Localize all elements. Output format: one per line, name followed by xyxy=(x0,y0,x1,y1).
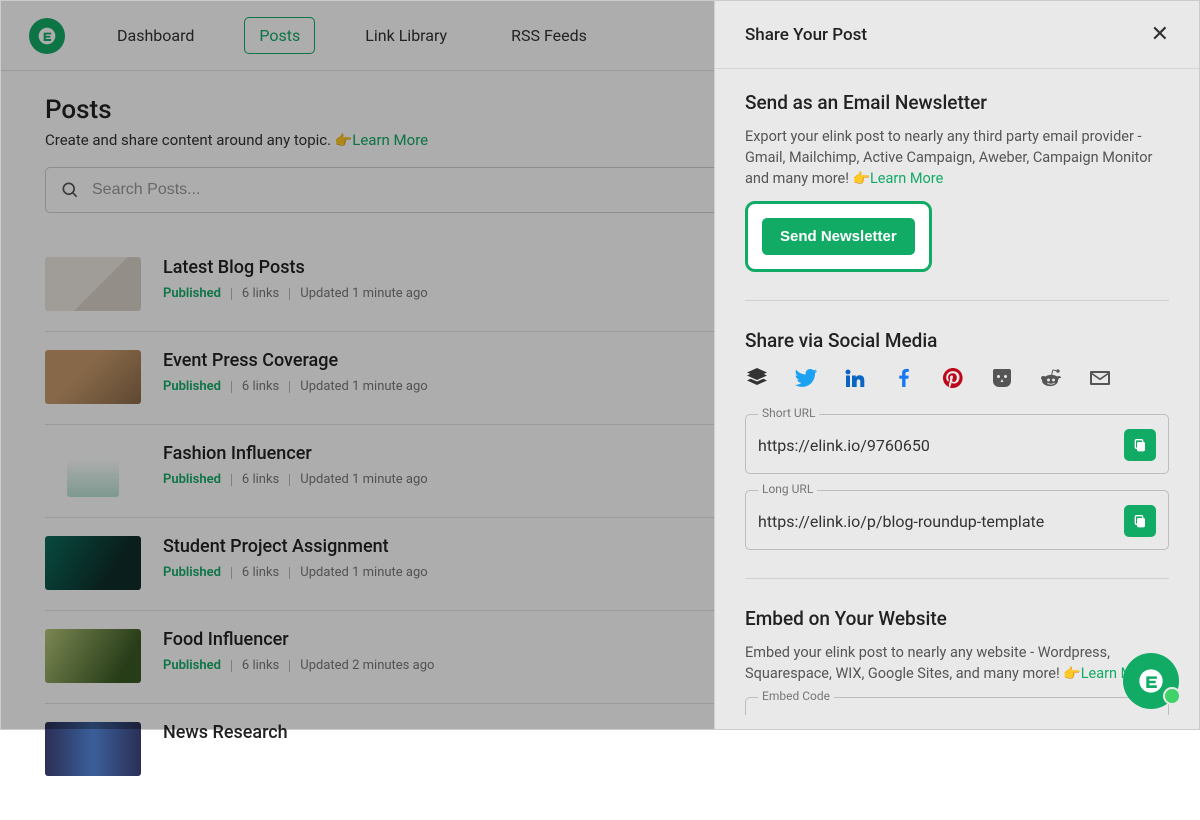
send-newsletter-highlight: Send Newsletter xyxy=(745,201,932,272)
status-badge: Published xyxy=(163,658,221,673)
learn-more-link[interactable]: Learn More xyxy=(352,131,428,149)
facebook-icon[interactable] xyxy=(892,366,916,390)
post-meta: Published 6 links Updated 1 minute ago xyxy=(163,379,428,394)
post-thumbnail xyxy=(67,443,119,497)
copy-short-url-button[interactable] xyxy=(1124,429,1156,461)
email-icon[interactable] xyxy=(1088,366,1112,390)
email-learn-more-link[interactable]: Learn More xyxy=(870,170,943,187)
help-fab[interactable] xyxy=(1123,653,1179,709)
nav-link-library[interactable]: Link Library xyxy=(351,18,461,53)
app-logo[interactable] xyxy=(29,18,65,54)
linkedin-icon[interactable] xyxy=(843,366,867,390)
email-body: Export your elink post to nearly any thi… xyxy=(745,126,1169,189)
social-row xyxy=(745,366,1169,390)
links-count: 6 links xyxy=(242,379,279,394)
post-meta: Published 6 links Updated 1 minute ago xyxy=(163,565,428,580)
divider xyxy=(745,578,1169,579)
embed-code-field: Embed Code xyxy=(745,697,1169,715)
copy-icon xyxy=(1132,437,1148,453)
embed-body: Embed your elink post to nearly any webs… xyxy=(745,642,1169,684)
post-thumbnail xyxy=(45,536,141,590)
long-url-label: Long URL xyxy=(758,482,817,496)
updated-text: Updated 1 minute ago xyxy=(300,565,427,580)
panel-title: Share Your Post xyxy=(745,25,867,45)
search-icon xyxy=(60,180,80,200)
updated-text: Updated 1 minute ago xyxy=(300,472,427,487)
share-panel: Share Your Post ✕ Send as an Email Newsl… xyxy=(714,1,1199,729)
close-icon[interactable]: ✕ xyxy=(1151,24,1169,46)
email-heading: Send as an Email Newsletter xyxy=(745,91,1169,114)
nav-rss-feeds[interactable]: RSS Feeds xyxy=(497,18,601,53)
post-thumbnail xyxy=(45,350,141,404)
updated-text: Updated 2 minutes ago xyxy=(300,658,434,673)
links-count: 6 links xyxy=(242,658,279,673)
embed-code-label: Embed Code xyxy=(758,689,834,703)
post-thumbnail xyxy=(45,257,141,311)
hootsuite-icon[interactable] xyxy=(990,366,1014,390)
embed-body-text: Embed your elink post to nearly any webs… xyxy=(745,644,1110,682)
status-badge: Published xyxy=(163,379,221,394)
post-title: Food Influencer xyxy=(163,629,434,650)
email-body-text: Export your elink post to nearly any thi… xyxy=(745,128,1152,187)
short-url-field: Short URL https://elink.io/9760650 xyxy=(745,414,1169,474)
short-url-value[interactable]: https://elink.io/9760650 xyxy=(758,436,1114,455)
post-meta: Published 6 links Updated 1 minute ago xyxy=(163,472,428,487)
twitter-icon[interactable] xyxy=(794,366,818,390)
post-meta: Published 6 links Updated 1 minute ago xyxy=(163,286,428,301)
updated-text: Updated 1 minute ago xyxy=(300,379,427,394)
links-count: 6 links xyxy=(242,286,279,301)
post-title: Latest Blog Posts xyxy=(163,257,428,278)
pointer-icon: 👉 xyxy=(1063,666,1080,682)
short-url-label: Short URL xyxy=(758,406,819,420)
long-url-value[interactable]: https://elink.io/p/blog-roundup-template xyxy=(758,512,1114,531)
social-heading: Share via Social Media xyxy=(745,329,1169,352)
pointer-icon: 👉 xyxy=(853,171,870,187)
post-title: Event Press Coverage xyxy=(163,350,428,371)
nav-posts[interactable]: Posts xyxy=(244,17,315,54)
links-count: 6 links xyxy=(242,565,279,580)
post-title: Student Project Assignment xyxy=(163,536,428,557)
subtitle-text: Create and share content around any topi… xyxy=(45,131,335,149)
pointer-icon: 👉 xyxy=(335,133,352,149)
post-thumbnail xyxy=(45,629,141,683)
status-badge: Published xyxy=(163,286,221,301)
nav: Dashboard Posts Link Library RSS Feeds xyxy=(103,17,601,54)
post-title: Fashion Influencer xyxy=(163,443,428,464)
status-badge: Published xyxy=(163,565,221,580)
post-thumbnail xyxy=(45,722,141,776)
reddit-icon[interactable] xyxy=(1039,366,1063,390)
copy-long-url-button[interactable] xyxy=(1124,505,1156,537)
status-badge: Published xyxy=(163,472,221,487)
updated-text: Updated 1 minute ago xyxy=(300,286,427,301)
nav-dashboard[interactable]: Dashboard xyxy=(103,18,208,53)
copy-icon xyxy=(1132,513,1148,529)
send-newsletter-button[interactable]: Send Newsletter xyxy=(762,218,915,255)
embed-heading: Embed on Your Website xyxy=(745,607,1169,630)
links-count: 6 links xyxy=(242,472,279,487)
post-meta: Published 6 links Updated 2 minutes ago xyxy=(163,658,434,673)
post-title: News Research xyxy=(163,722,288,743)
buffer-icon[interactable] xyxy=(745,366,769,390)
pinterest-icon[interactable] xyxy=(941,366,965,390)
divider xyxy=(745,300,1169,301)
long-url-field: Long URL https://elink.io/p/blog-roundup… xyxy=(745,490,1169,550)
panel-header: Share Your Post ✕ xyxy=(715,1,1199,69)
